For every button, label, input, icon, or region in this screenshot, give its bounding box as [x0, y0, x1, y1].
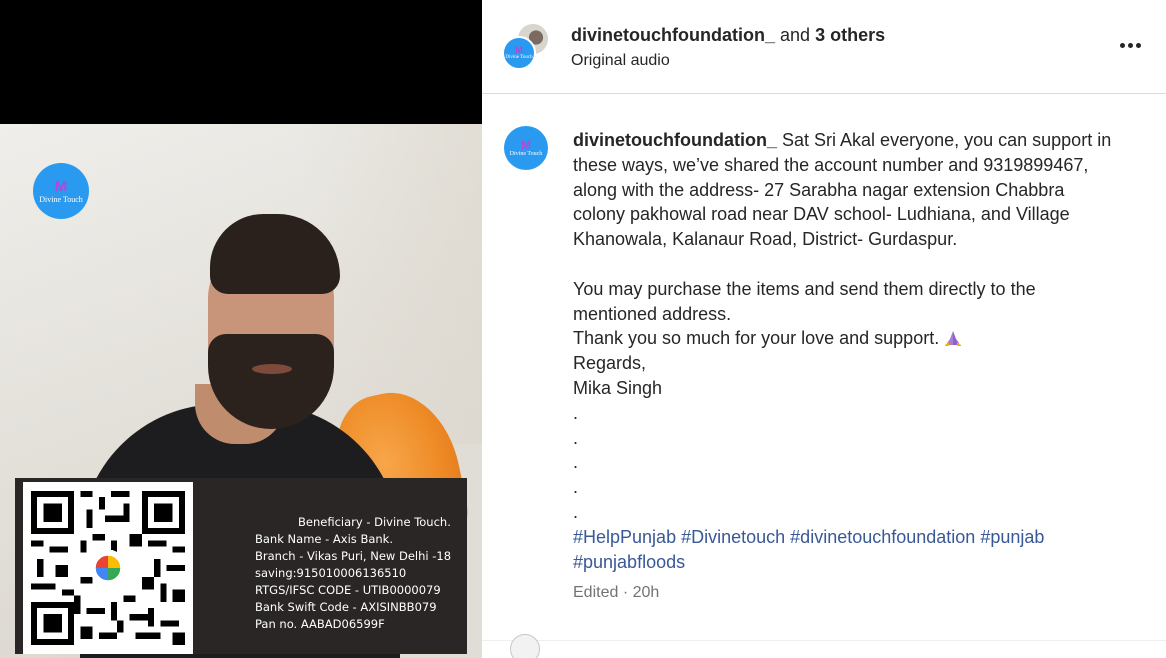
caption-line: along with the address- 27 Sarabha nagar… — [573, 179, 1065, 200]
meta-separator: · — [622, 584, 629, 601]
caption-line: . — [573, 427, 579, 448]
hashtag-link[interactable]: #punjabfloods — [573, 552, 685, 572]
others-link[interactable]: 3 others — [815, 25, 885, 45]
caption-line: . — [573, 452, 579, 473]
hashtag-link[interactable]: #divinetouchfoundation — [790, 527, 975, 547]
hashtag-link[interactable]: #HelpPunjab — [573, 527, 676, 547]
author-avatar[interactable]: M Divine Touch — [502, 36, 536, 70]
hashtag-link[interactable]: #Divinetouch — [681, 527, 785, 547]
edited-label: Edited — [573, 584, 619, 601]
comment-divider — [482, 640, 1166, 641]
bank-line-branch: Branch - Vikas Puri, New Delhi -18 — [255, 549, 452, 563]
caption-line: mentioned address. — [573, 303, 732, 324]
ellipsis-icon — [1119, 42, 1125, 48]
post-meta: Edited · 20h — [573, 582, 659, 604]
speaker-hair — [210, 214, 340, 294]
caption-line: . — [573, 501, 579, 522]
divine-touch-logo: M Divine Touch — [33, 163, 89, 219]
caption-line: You may purchase the items and send them… — [573, 278, 1036, 299]
original-audio-link[interactable]: Original audio — [571, 51, 670, 71]
bank-line-swift: Bank Swift Code - AXISINBB079 — [255, 600, 437, 614]
caption-line — [573, 252, 1153, 277]
avatar-mark: M — [515, 45, 523, 55]
post-side-panel: M Divine Touch divinetouchfoundation_ an… — [482, 0, 1166, 658]
post-header: M Divine Touch divinetouchfoundation_ an… — [482, 0, 1166, 94]
ellipsis-icon — [1135, 42, 1141, 48]
post-authors: divinetouchfoundation_ and 3 others — [571, 24, 885, 46]
next-comment-avatar[interactable] — [510, 634, 540, 658]
caption-line: Regards, — [573, 353, 647, 374]
speaker-mouth — [252, 364, 292, 374]
hashtag-line: #punjabfloods — [573, 550, 1153, 575]
bank-details-card: Beneficiary - Divine Touch. Bank Name - … — [15, 478, 467, 654]
caption-line: Mika Singh — [573, 377, 663, 398]
reel-video-pane[interactable]: M Divine Touch Beneficiary - Divine Touc… — [0, 0, 482, 658]
collab-avatars[interactable]: M Divine Touch — [502, 20, 552, 70]
caption-line: divinetouchfoundation_ Sat Sri Akal ever… — [573, 128, 1153, 153]
caption-author-avatar[interactable]: M Divine Touch — [504, 126, 548, 170]
avatar-mark: M — [521, 138, 531, 152]
logo-text: Divine Touch — [39, 194, 83, 204]
hashtag-line: #HelpPunjab #Divinetouch #divinetouchfou… — [573, 525, 1153, 550]
logo-mark: M — [54, 177, 68, 195]
caption-line: . — [573, 402, 579, 423]
bank-line-pan: Pan no. AABAD06599F — [255, 617, 385, 631]
caption-line: Khanowala, Kalanaur Road, District- Gurd… — [573, 229, 958, 250]
bank-line-account: saving:915010006136510 — [255, 566, 407, 580]
bank-details-text: Beneficiary - Divine Touch. Bank Name - … — [255, 514, 451, 633]
caption-text: Thank you so much for your love and supp… — [573, 328, 940, 349]
more-options-button[interactable] — [1112, 33, 1148, 57]
caption-line: . — [573, 477, 579, 498]
folded-hands-icon — [945, 331, 962, 347]
bank-line-beneficiary: Beneficiary - Divine Touch. — [298, 515, 451, 529]
payment-qr-code — [23, 482, 193, 654]
ellipsis-icon — [1127, 42, 1133, 48]
avatar-text: Divine Touch — [505, 55, 533, 60]
post-timestamp[interactable]: 20h — [633, 584, 660, 601]
avatar-text: Divine Touch — [509, 151, 543, 157]
and-text: and — [780, 25, 811, 45]
caption-line: colony pakhowal road near DAV school- Lu… — [573, 204, 1070, 225]
caption-line: Thank you so much for your love and supp… — [573, 326, 1153, 351]
hashtag-link[interactable]: #punjab — [980, 527, 1044, 547]
author-username-link[interactable]: divinetouchfoundation_ — [571, 25, 775, 45]
caption-username-link[interactable]: divinetouchfoundation_ — [573, 130, 777, 150]
bank-line-name: Bank Name - Axis Bank. — [255, 532, 393, 546]
caption-line: these ways, we’ve shared the account num… — [573, 154, 1089, 175]
caption-text: Sat Sri Akal everyone, you can support i… — [782, 130, 1112, 150]
post-caption: divinetouchfoundation_ Sat Sri Akal ever… — [573, 128, 1153, 574]
bank-line-ifsc: RTGS/IFSC CODE - UTIB0000079 — [255, 583, 441, 597]
